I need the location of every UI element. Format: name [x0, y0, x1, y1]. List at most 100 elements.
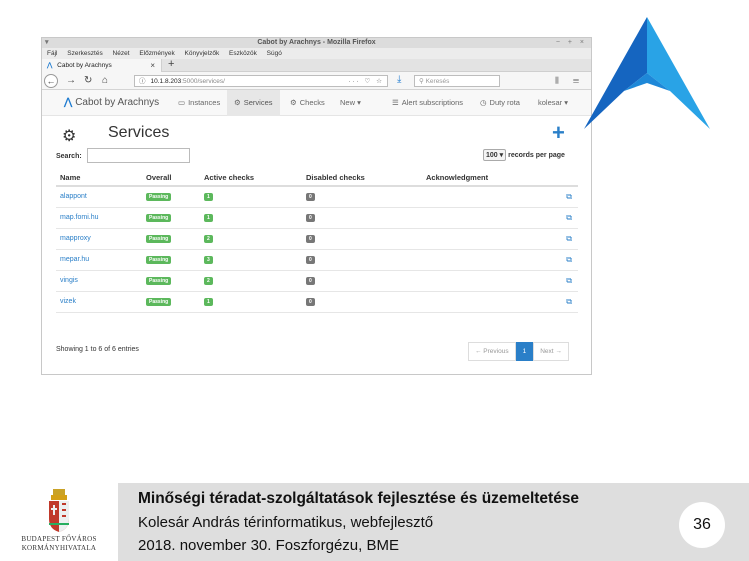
menu-tools[interactable]: Eszközök	[229, 50, 257, 57]
status-badge: Passing	[146, 255, 172, 264]
nav-alert-subscriptions[interactable]: ☰ Alert subscriptions	[388, 90, 467, 116]
org-line-2: KORMÁNYHIVATALA	[21, 544, 97, 552]
list-icon: ☰	[392, 98, 399, 107]
url-path: :5000/services/	[181, 78, 225, 85]
slide: ▾ Cabot by Arachnys - Mozilla Firefox − …	[0, 0, 749, 561]
edit-icon[interactable]: ⧉	[558, 207, 578, 229]
org-line-1: BUDAPEST FŐVÁROS	[21, 535, 97, 543]
service-name-link[interactable]: mepar.hu	[56, 249, 142, 271]
col-name[interactable]: Name	[56, 169, 142, 187]
edit-icon[interactable]: ⧉	[558, 228, 578, 250]
info-icon[interactable]: ⓘ	[139, 78, 146, 85]
gear-icon: ⚙	[290, 98, 297, 107]
menu-view[interactable]: Nézet	[113, 50, 130, 57]
edit-icon[interactable]: ⧉	[558, 186, 578, 208]
col-active-checks[interactable]: Active checks	[200, 169, 302, 187]
url-bar[interactable]: ⓘ 10.1.8.203:5000/services/ ··· ♡ ☆	[134, 75, 388, 87]
slide-number: 36	[679, 502, 725, 548]
menu-bookmarks[interactable]: Könyvjelzők	[185, 50, 220, 57]
active-checks-badge: 2	[204, 276, 213, 285]
active-checks-badge: 1	[204, 297, 213, 306]
table-row: vingis Passing 2 0 ⧉	[56, 270, 578, 292]
disabled-checks-badge: 0	[306, 276, 315, 285]
service-name-link[interactable]: vingis	[56, 270, 142, 292]
logo-left-wing	[584, 17, 647, 129]
col-overall[interactable]: Overall	[142, 169, 200, 187]
window-controls[interactable]: − + ×	[556, 38, 587, 48]
app-brand[interactable]: ⋀ Cabot by Arachnys	[64, 90, 159, 116]
tab-label: Cabot by Arachnys	[57, 62, 112, 69]
active-checks-badge: 1	[204, 213, 213, 222]
menu-history[interactable]: Előzmények	[139, 50, 174, 57]
service-name-link[interactable]: alappont	[56, 186, 142, 208]
service-name-link[interactable]: vizek	[56, 291, 142, 313]
pagination: ← Previous 1 Next →	[468, 342, 569, 361]
app-navbar: ⋀ Cabot by Arachnys ▭ Instances ⚙ Services …	[42, 90, 591, 116]
page-actions-icons[interactable]: ··· ♡ ☆	[348, 76, 384, 87]
nav-new-dropdown[interactable]: New ▾	[336, 90, 365, 116]
active-checks-badge: 1	[204, 192, 213, 201]
table-row: mapproxy Passing 2 0 ⧉	[56, 228, 578, 250]
search-input[interactable]	[87, 148, 190, 163]
home-icon[interactable]: ⌂	[102, 74, 108, 88]
window-title: Cabot by Arachnys - Mozilla Firefox	[257, 39, 376, 46]
download-icon[interactable]: ⤓	[397, 74, 401, 85]
records-per-page-label: records per page	[508, 152, 565, 159]
pagination-page-1[interactable]: 1	[515, 342, 534, 361]
pagination-next[interactable]: Next →	[533, 342, 569, 361]
government-crest-box: BUDAPEST FŐVÁROS KORMÁNYHIVATALA	[16, 479, 102, 561]
pagination-previous[interactable]: ← Previous	[468, 342, 516, 361]
table-info: Showing 1 to 6 of 6 entries	[56, 346, 139, 353]
nav-services[interactable]: ⚙ Services	[227, 90, 280, 116]
disabled-checks-badge: 0	[306, 255, 315, 264]
menubar: Fájl Szerkesztés Nézet Előzmények Könyvj…	[42, 48, 591, 59]
cogs-icon: ⚙	[62, 128, 77, 145]
menu-help[interactable]: Súgó	[267, 50, 282, 57]
presentation-title: Minőségi téradat-szolgáltatások fejleszt…	[138, 490, 580, 507]
service-name-link[interactable]: map.fomi.hu	[56, 207, 142, 229]
browser-navbar: ← → ↻ ⌂ ⓘ 10.1.8.203:5000/services/ ··· ♡…	[42, 72, 591, 90]
table-row: map.fomi.hu Passing 1 0 ⧉	[56, 207, 578, 229]
logo-right-wing	[647, 17, 710, 129]
monitor-icon: ▭	[178, 98, 186, 107]
search-icon: ⚲	[419, 78, 426, 85]
tab-bar: ⋀ Cabot by Arachnys × +	[42, 58, 591, 72]
firefox-window: ▾ Cabot by Arachnys - Mozilla Firefox − …	[41, 37, 592, 375]
nav-instances[interactable]: ▭ Instances	[174, 90, 224, 116]
service-name-link[interactable]: mapproxy	[56, 228, 142, 250]
add-service-button[interactable]: +	[552, 120, 565, 146]
status-badge: Passing	[146, 276, 172, 285]
nav-duty-rota[interactable]: ◷ Duty rota	[476, 90, 524, 116]
reload-icon[interactable]: ↻	[84, 74, 92, 88]
new-tab-button[interactable]: +	[168, 58, 174, 70]
menu-file[interactable]: Fájl	[47, 50, 57, 57]
library-menu-icons[interactable]: ⫼ ☰	[555, 74, 585, 88]
edit-icon[interactable]: ⧉	[558, 291, 578, 313]
edit-icon[interactable]: ⧉	[558, 249, 578, 271]
url-host: 10.1.8.203	[150, 78, 182, 85]
disabled-checks-badge: 0	[306, 297, 315, 306]
nav-user-dropdown[interactable]: kolesar ▾	[534, 90, 572, 116]
col-actions	[558, 169, 578, 187]
col-acknowledgment[interactable]: Acknowledgment	[422, 169, 558, 187]
page-title: Services	[108, 124, 170, 141]
services-table: Name Overall Active checks Disabled chec…	[56, 169, 578, 313]
search-placeholder: Keresés	[425, 78, 450, 85]
forward-icon[interactable]: →	[66, 74, 76, 88]
back-icon[interactable]: ←	[44, 74, 58, 88]
browser-search-input[interactable]: ⚲ Keresés	[414, 75, 500, 87]
table-header-row: Name Overall Active checks Disabled chec…	[56, 169, 578, 187]
presenter-name: Kolesár András térinformatikus, webfejle…	[138, 514, 434, 531]
cabot-logo-icon: ⋀	[64, 97, 73, 108]
edit-icon[interactable]: ⧉	[558, 270, 578, 292]
records-per-page-select[interactable]: 100 ▾	[483, 149, 507, 161]
active-checks-badge: 3	[204, 255, 213, 264]
active-checks-badge: 2	[204, 234, 213, 243]
browser-tab[interactable]: ⋀ Cabot by Arachnys ×	[42, 59, 162, 72]
nav-checks[interactable]: ⚙ Checks	[286, 90, 329, 116]
status-badge: Passing	[146, 192, 172, 201]
menu-edit[interactable]: Szerkesztés	[67, 50, 102, 57]
tab-close-icon[interactable]: ×	[150, 59, 155, 72]
window-menu-icon[interactable]: ▾	[45, 38, 49, 48]
col-disabled-checks[interactable]: Disabled checks	[302, 169, 422, 187]
